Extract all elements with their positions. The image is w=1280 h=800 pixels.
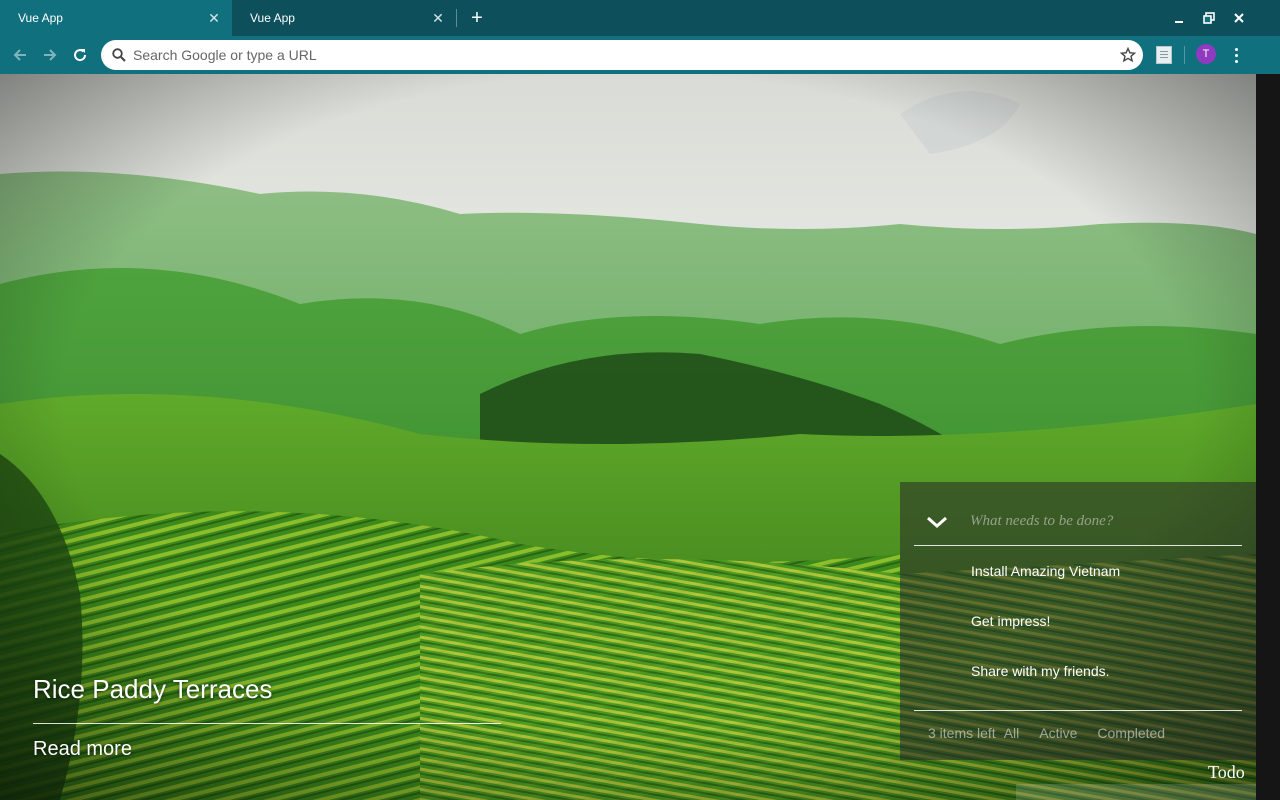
filter-active[interactable]: Active	[1035, 725, 1081, 741]
tab-active[interactable]: Vue App ✕	[0, 0, 232, 36]
address-input[interactable]	[133, 47, 1113, 63]
new-tab-plus-icon[interactable]: +	[466, 7, 488, 29]
browser-menu-icon[interactable]	[1228, 44, 1244, 66]
caption-divider	[33, 723, 501, 725]
minimize-window-icon[interactable]	[1169, 8, 1189, 28]
extension-icon[interactable]	[1156, 46, 1172, 64]
filter-completed[interactable]: Completed	[1093, 725, 1169, 741]
browser-toolbar: T	[0, 36, 1280, 74]
todo-header	[914, 501, 1242, 546]
page-viewport: Rice Paddy Terraces Read more Install Am…	[0, 74, 1256, 800]
todo-list: Install Amazing Vietnam Get impress! Sha…	[914, 562, 1242, 712]
close-tab-icon[interactable]: ✕	[206, 10, 222, 26]
restore-window-icon[interactable]	[1199, 8, 1219, 28]
tab-title: Vue App	[18, 11, 63, 25]
search-icon	[112, 48, 126, 62]
close-window-icon[interactable]	[1229, 8, 1249, 28]
tab-inactive[interactable]: Vue App ✕	[232, 0, 456, 36]
todo-item-label[interactable]: Get impress!	[971, 612, 1050, 630]
todo-item-label[interactable]: Share with my friends.	[971, 662, 1110, 680]
profile-avatar[interactable]: T	[1196, 44, 1216, 64]
reload-icon[interactable]	[68, 43, 92, 67]
read-more-link[interactable]: Read more	[33, 738, 132, 761]
browser-tab-strip: Vue App ✕ Vue App ✕ +	[0, 0, 1280, 36]
page-scrollbar[interactable]	[1256, 74, 1280, 800]
todo-nav-link[interactable]: Todo	[1208, 762, 1245, 783]
filter-all[interactable]: All	[1000, 725, 1024, 741]
tab-title: Vue App	[250, 11, 295, 25]
todo-item[interactable]: Install Amazing Vietnam	[914, 562, 1242, 612]
bookmark-star-icon[interactable]	[1113, 40, 1143, 70]
todo-item[interactable]: Get impress!	[914, 612, 1242, 662]
tab-divider	[456, 9, 457, 27]
toolbar-divider	[1184, 46, 1185, 64]
profile-initial: T	[1202, 48, 1210, 60]
slide-title: Rice Paddy Terraces	[33, 674, 273, 704]
address-bar[interactable]	[101, 40, 1143, 70]
todo-footer: 3 items left All Active Completed	[914, 710, 1242, 741]
forward-arrow-icon[interactable]	[38, 43, 62, 67]
todo-item-label[interactable]: Install Amazing Vietnam	[971, 562, 1120, 580]
new-todo-input[interactable]	[960, 501, 1242, 542]
todo-item[interactable]: Share with my friends.	[914, 662, 1242, 712]
todo-panel: Install Amazing Vietnam Get impress! Sha…	[900, 482, 1256, 760]
items-left-count: 3 items left	[928, 725, 996, 741]
wallpaper-watermark	[1016, 784, 1256, 800]
toggle-all-chevron-down-icon[interactable]	[914, 502, 960, 542]
slide-caption: Rice Paddy Terraces Read more	[33, 674, 501, 761]
close-tab-icon[interactable]: ✕	[430, 10, 446, 26]
todo-filters: All Active Completed	[996, 725, 1169, 741]
back-arrow-icon[interactable]	[8, 43, 32, 67]
